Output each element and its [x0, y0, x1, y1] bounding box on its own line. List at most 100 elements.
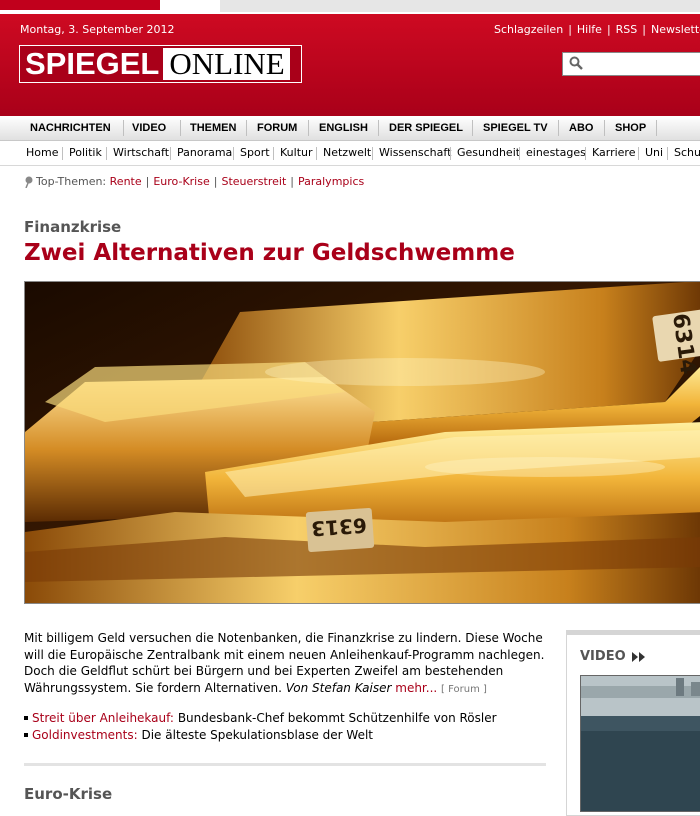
subnav-divider — [638, 147, 639, 160]
link-schlagzeilen[interactable]: Schlagzeilen — [494, 23, 563, 36]
topic-paralympics[interactable]: Paralympics — [298, 175, 364, 188]
site-header: Montag, 3. September 2012 SPIEGEL ONLINE… — [0, 14, 700, 116]
nav-divider — [123, 120, 124, 136]
nav-divider — [246, 120, 247, 136]
bullet — [24, 716, 28, 720]
separator: | — [145, 175, 150, 188]
header-top-links: Schlagzeilen|Hilfe|RSS|Newsletter| — [494, 23, 700, 36]
nav-divider — [308, 120, 309, 136]
subnav-divider — [106, 147, 107, 160]
subnav-home[interactable]: Home — [26, 141, 58, 165]
subnav-kultur[interactable]: Kultur — [280, 141, 313, 165]
subnav-gesundheit[interactable]: Gesundheit — [457, 141, 520, 165]
video-box: VIDEO — [566, 630, 700, 816]
forum-bracket-open: [ — [441, 683, 445, 695]
forum-bracket-close: ] — [483, 683, 487, 695]
nav-abo[interactable]: ABO — [569, 116, 593, 140]
nav-spiegel-tv[interactable]: SPIEGEL TV — [483, 116, 548, 140]
subnav-schule[interactable]: Schule — [674, 141, 700, 165]
article-hero-image[interactable]: 6314 6313 — [24, 281, 700, 604]
top-strip-grey-bar — [220, 0, 700, 12]
separator: | — [642, 23, 646, 36]
subnav-divider — [585, 147, 586, 160]
article-author: Von Stefan Kaiser — [285, 680, 392, 695]
list-item: Goldinvestments: Die älteste Spekulation… — [24, 727, 546, 744]
gold-bars-illustration: 6314 6313 — [25, 282, 700, 603]
related-text: Bundesbank-Chef bekommt Schützenhilfe vo… — [177, 711, 497, 725]
link-hilfe[interactable]: Hilfe — [577, 23, 602, 36]
video-thumbnail[interactable] — [580, 675, 700, 812]
subnav-divider — [316, 147, 317, 160]
subnav-einestages[interactable]: einestages — [526, 141, 586, 165]
top-strip — [0, 0, 700, 14]
next-section-kicker: Euro-Krise — [24, 785, 113, 803]
topic-rente[interactable]: Rente — [110, 175, 142, 188]
subnav-divider — [273, 147, 274, 160]
subnav-divider — [667, 147, 668, 160]
nav-divider — [180, 120, 181, 136]
nav-divider — [378, 120, 379, 136]
section-divider — [24, 763, 546, 766]
subnav-divider — [450, 147, 451, 160]
video-title-text: VIDEO — [580, 649, 626, 664]
separator: | — [568, 23, 572, 36]
logo-online: ONLINE — [163, 48, 290, 80]
site-logo[interactable]: SPIEGEL ONLINE — [19, 45, 302, 83]
subnav-wirtschaft[interactable]: Wirtschaft — [113, 141, 169, 165]
subnav-netzwelt[interactable]: Netzwelt — [323, 141, 371, 165]
top-strip-red-tab — [0, 0, 160, 10]
nav-divider — [604, 120, 605, 136]
nav-shop[interactable]: SHOP — [615, 116, 646, 140]
nav-themen[interactable]: THEMEN — [190, 116, 236, 140]
separator: | — [606, 23, 611, 36]
related-links: Streit über Anleihekauf: Bundesbank-Chef… — [24, 710, 546, 743]
subnav-wissenschaft[interactable]: Wissenschaft — [379, 141, 451, 165]
article-kicker: Finanzkrise — [24, 218, 122, 236]
search-icon[interactable] — [569, 56, 583, 70]
link-rss[interactable]: RSS — [616, 23, 638, 36]
double-chevron-right-icon — [632, 651, 646, 662]
nav-english[interactable]: ENGLISH — [319, 116, 368, 140]
separator: | — [290, 175, 294, 188]
nav-video[interactable]: VIDEO — [132, 116, 166, 140]
bar-stamp-6313: 6313 — [310, 513, 367, 541]
subnav-politik[interactable]: Politik — [69, 141, 102, 165]
pin-icon — [25, 176, 33, 188]
sub-navigation: Home Politik Wirtschaft Panorama Sport K… — [0, 141, 700, 166]
subnav-divider — [170, 147, 171, 160]
nav-nachrichten[interactable]: NACHRICHTEN — [30, 116, 111, 140]
nav-divider — [656, 120, 657, 136]
related-link[interactable]: Goldinvestments: — [32, 728, 138, 742]
search-input[interactable] — [562, 52, 700, 76]
separator: | — [213, 175, 218, 188]
top-themen-label: Top-Themen: — [36, 175, 107, 188]
subnav-divider — [519, 147, 520, 160]
main-navigation: NACHRICHTEN VIDEO THEMEN FORUM ENGLISH D… — [0, 116, 700, 141]
subnav-panorama[interactable]: Panorama — [177, 141, 232, 165]
nav-divider — [558, 120, 559, 136]
video-box-title[interactable]: VIDEO — [580, 649, 646, 664]
article-headline[interactable]: Zwei Alternativen zur Geldschwemme — [24, 240, 515, 266]
bullet — [24, 732, 28, 737]
header-date: Montag, 3. September 2012 — [20, 23, 175, 36]
list-item: Streit über Anleihekauf: Bundesbank-Chef… — [24, 710, 546, 727]
subnav-sport[interactable]: Sport — [240, 141, 270, 165]
subnav-uni[interactable]: Uni — [645, 141, 663, 165]
subnav-karriere[interactable]: Karriere — [592, 141, 635, 165]
related-text: Die älteste Spekulationsblase der Welt — [141, 727, 373, 742]
nav-der-spiegel[interactable]: DER SPIEGEL — [389, 116, 463, 140]
forum-link[interactable]: Forum — [448, 684, 480, 695]
link-newsletter[interactable]: Newsletter — [651, 23, 700, 36]
forum-link-wrap: [ Forum ] — [441, 684, 487, 695]
logo-spiegel: SPIEGEL — [20, 46, 164, 82]
more-link[interactable]: mehr... — [395, 681, 437, 695]
nav-divider — [472, 120, 473, 136]
article-teaser: Mit billigem Geld versuchen die Notenban… — [24, 630, 546, 698]
subnav-divider — [233, 147, 234, 160]
video-thumbnail-image — [581, 676, 700, 811]
subnav-divider — [62, 147, 63, 160]
related-link[interactable]: Streit über Anleihekauf: — [32, 711, 174, 725]
topic-euro-krise[interactable]: Euro-Krise — [153, 175, 209, 188]
nav-forum[interactable]: FORUM — [257, 116, 297, 140]
topic-steuerstreit[interactable]: Steuerstreit — [221, 175, 286, 188]
